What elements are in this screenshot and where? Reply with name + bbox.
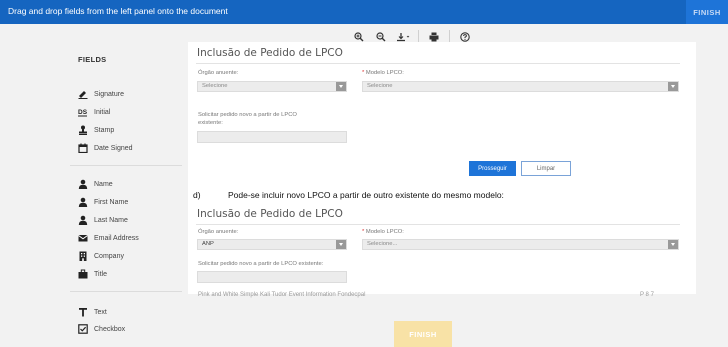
svg-text:DS: DS [78, 109, 88, 116]
field-label: Name [94, 180, 113, 188]
modelo-select[interactable]: Selecione [362, 81, 679, 92]
solicitar-label: Solicitar pedido novo a partir de LPCO e… [198, 261, 324, 267]
orgao-select-value: Selecione [202, 83, 228, 89]
field-label: Initial [94, 108, 111, 116]
field-label: Checkbox [94, 325, 126, 333]
lpco-existente-input[interactable] [197, 271, 347, 283]
document-page[interactable] [188, 42, 696, 294]
orgao-select[interactable]: Selecione [197, 81, 347, 92]
modelo-select-value: Selecione [367, 83, 393, 89]
field-email-address[interactable]: Email Address [78, 233, 139, 243]
field-company[interactable]: Company [78, 251, 124, 261]
person-icon [78, 197, 88, 207]
field-label: Email Address [94, 234, 139, 242]
finish-button-bottom[interactable]: FINISH [394, 321, 452, 347]
section-title: Inclusão de Pedido de LPCO [197, 47, 343, 59]
modelo-label-text: Modelo LPCO: [365, 229, 404, 235]
field-last-name[interactable]: Last Name [78, 215, 128, 225]
chevron-down-icon [668, 240, 678, 249]
field-date-signed[interactable]: Date Signed [78, 143, 133, 153]
field-initial[interactable]: DS Initial [78, 107, 110, 117]
field-label: Stamp [94, 126, 115, 134]
signature-icon [78, 89, 88, 99]
section-divider [196, 224, 680, 225]
person-icon [78, 179, 88, 189]
building-icon [78, 251, 88, 261]
text-icon [78, 307, 88, 317]
step-description: Pode-se incluir novo LPCO a partir de ou… [228, 190, 504, 200]
finish-button-top[interactable]: FINISH [686, 0, 728, 24]
field-label: Text [94, 308, 107, 316]
field-label: Signature [94, 90, 124, 98]
field-first-name[interactable]: First Name [78, 197, 128, 207]
modelo-select-value: Selecione... [367, 241, 398, 247]
field-label: Company [94, 252, 124, 260]
fields-title: FIELDS [78, 55, 107, 64]
field-checkbox[interactable]: Checkbox [78, 324, 125, 334]
field-label: Date Signed [94, 144, 133, 152]
page-marker: P 8 7 [640, 292, 654, 298]
section-title: Inclusão de Pedido de LPCO [197, 208, 343, 220]
field-name[interactable]: Name [78, 179, 113, 189]
section-divider [196, 63, 680, 64]
field-text[interactable]: Text [78, 307, 107, 317]
field-label: Last Name [94, 216, 128, 224]
orgao-select[interactable]: ANP [197, 239, 347, 250]
envelope-icon [78, 233, 88, 243]
briefcase-icon [78, 269, 88, 279]
prosseguir-button[interactable]: Prosseguir [469, 161, 516, 176]
field-title[interactable]: Title [78, 269, 107, 279]
field-signature[interactable]: Signature [78, 89, 124, 99]
person-icon [78, 215, 88, 225]
solicitar-label-cont: existente: [198, 120, 223, 126]
modelo-label: * Modelo LPCO: [362, 70, 404, 76]
checkbox-icon [78, 324, 88, 334]
step-marker: d) [193, 190, 201, 200]
initial-icon: DS [78, 107, 88, 117]
calendar-icon [78, 143, 88, 153]
orgao-label: Órgão anuente: [198, 229, 239, 235]
modelo-label: * Modelo LPCO: [362, 229, 404, 235]
sidebar-divider [70, 165, 182, 166]
orgao-label: Órgão anuente: [198, 70, 239, 76]
field-label: Title [94, 270, 107, 278]
chevron-down-icon [668, 82, 678, 91]
solicitar-label: Solicitar pedido novo a partir de LPCO [198, 112, 297, 118]
sidebar-divider [70, 291, 182, 292]
field-stamp[interactable]: Stamp [78, 125, 114, 135]
field-label: First Name [94, 198, 129, 206]
top-bar: Drag and drop fields from the left panel… [0, 0, 728, 24]
modelo-select[interactable]: Selecione... [362, 239, 679, 250]
limpar-button[interactable]: Limpar [521, 161, 571, 176]
background-document-text: Pink and White Simple Kali Tudor Event I… [198, 292, 366, 298]
chevron-down-icon [336, 240, 346, 249]
stamp-icon [78, 125, 88, 135]
modelo-label-text: Modelo LPCO: [365, 70, 404, 76]
orgao-select-value: ANP [202, 241, 214, 247]
instruction-text: Drag and drop fields from the left panel… [8, 6, 228, 16]
lpco-existente-input[interactable] [197, 131, 347, 143]
chevron-down-icon [336, 82, 346, 91]
